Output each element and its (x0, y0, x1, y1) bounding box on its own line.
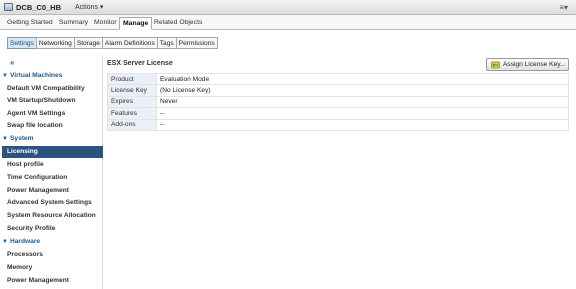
property-key: License Key (107, 84, 157, 97)
tab-getting-started[interactable]: Getting Started (4, 17, 56, 30)
sidebar-item-time-configuration[interactable]: Time Configuration (2, 172, 103, 184)
sidebar-item-system-resource-allocation[interactable]: System Resource Allocation (2, 210, 103, 222)
sidebar-item-processors[interactable]: Processors (2, 249, 103, 261)
assign-license-key-button[interactable]: Assign License Key... (486, 58, 569, 71)
tab-manage[interactable]: Manage (119, 17, 153, 30)
expand-caret-icon: ▼ (2, 136, 8, 142)
sidebar-item-licensing[interactable]: Licensing (2, 146, 103, 158)
tab-related-objects[interactable]: Related Objects (151, 17, 205, 30)
host-name: DCB_C0_HB (16, 3, 62, 12)
subtab-storage[interactable]: Storage (73, 37, 103, 49)
menu-icon[interactable]: ≡▾ (559, 3, 568, 12)
property-value: -- (156, 118, 569, 131)
property-value: Never (156, 95, 569, 109)
property-value: Evaluation Mode (156, 72, 569, 86)
tab-summary[interactable]: Summary (56, 17, 91, 30)
expand-caret-icon: ▼ (2, 73, 8, 79)
table-row: Expires Never (107, 95, 569, 109)
sidebar-item-host-profile[interactable]: Host profile (2, 159, 103, 171)
tab-monitor[interactable]: Monitor (91, 17, 120, 30)
property-key: Add-ons (107, 118, 157, 131)
main-tab-bar: Getting Started Summary Monitor Manage R… (0, 15, 576, 30)
sidebar-item-swap-file-location[interactable]: Swap file location (2, 120, 103, 132)
assign-license-key-label: Assign License Key... (503, 61, 566, 68)
sidebar-item-agent-vm-settings[interactable]: Agent VM Settings (2, 108, 103, 120)
subtab-alarm-definitions[interactable]: Alarm Definitions (101, 37, 158, 49)
property-value: -- (156, 107, 569, 120)
table-row: Product Evaluation Mode (107, 72, 569, 86)
sidebar-item-memory[interactable]: Memory (2, 262, 103, 274)
table-row: License Key (No License Key) (107, 84, 569, 97)
sidebar-item-hardware-power-management[interactable]: Power Management (2, 275, 103, 287)
title-bar: DCB_C0_HB Actions ▾ ≡▾ (0, 0, 576, 15)
property-key: Product (107, 72, 157, 86)
actions-menu[interactable]: Actions ▾ (75, 3, 103, 11)
subtab-tags[interactable]: Tags (156, 37, 177, 49)
sidebar-item-security-profile[interactable]: Security Profile (2, 223, 103, 235)
page-title: ESX Server License (107, 60, 173, 67)
sidebar-section-system[interactable]: ▼ System (2, 133, 103, 145)
sidebar-item-default-vm-compatibility[interactable]: Default VM Compatibility (2, 83, 103, 95)
collapse-sidebar-icon[interactable]: « (10, 58, 14, 67)
sidebar-item-advanced-system-settings[interactable]: Advanced System Settings (2, 197, 103, 209)
sidebar-item-power-management[interactable]: Power Management (2, 185, 103, 197)
expand-caret-icon: ▼ (2, 239, 8, 245)
host-icon (4, 3, 13, 11)
sidebar-section-virtual-machines[interactable]: ▼ Virtual Machines (2, 70, 103, 82)
subtab-networking[interactable]: Networking (35, 37, 75, 49)
table-row: Features -- (107, 107, 569, 120)
sidebar-item-vm-startup-shutdown[interactable]: VM Startup/Shutdown (2, 95, 103, 107)
property-key: Expires (107, 95, 157, 109)
subtab-settings[interactable]: Settings (7, 37, 37, 49)
property-value: (No License Key) (156, 84, 569, 97)
table-row: Add-ons -- (107, 118, 569, 131)
sidebar-section-hardware[interactable]: ▼ Hardware (2, 236, 103, 248)
subtab-permissions[interactable]: Permissions (175, 37, 218, 49)
settings-subtab-bar: Settings Networking Storage Alarm Defini… (7, 37, 218, 50)
license-properties-table: Product Evaluation Mode License Key (No … (107, 72, 569, 131)
property-key: Features (107, 107, 157, 120)
settings-sidebar: « ▼ Virtual Machines Default VM Compatibi… (2, 55, 103, 289)
license-key-icon (491, 61, 500, 69)
